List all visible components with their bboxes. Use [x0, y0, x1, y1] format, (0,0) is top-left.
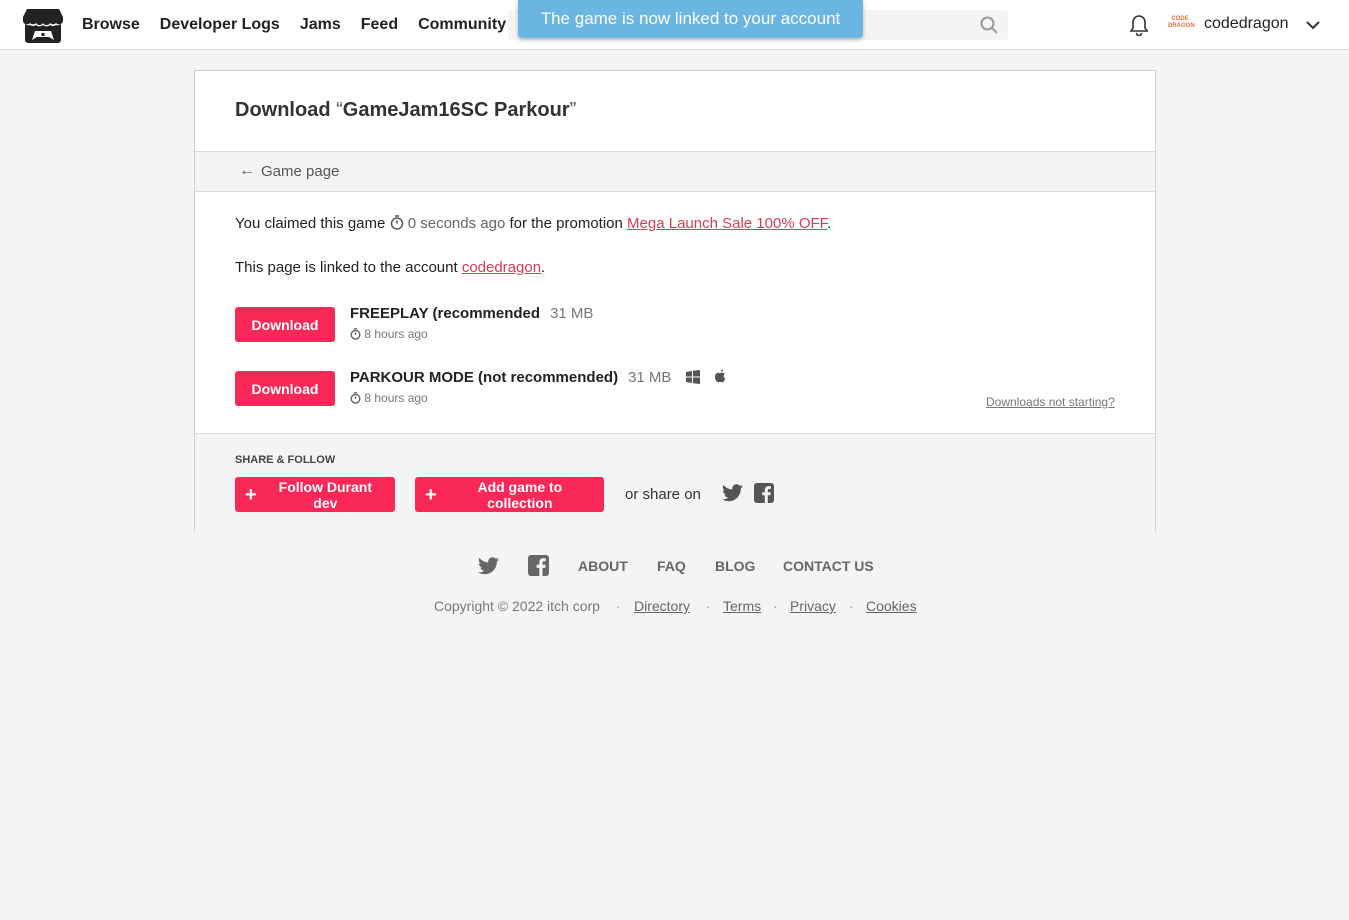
separator: ·: [706, 598, 711, 614]
username[interactable]: codedragon: [1204, 15, 1289, 33]
nav-jams[interactable]: Jams: [300, 16, 341, 34]
promotion-link[interactable]: Mega Launch Sale 100% OFF: [627, 215, 827, 232]
page-title: Download “GameJam16SC Parkour”: [235, 99, 577, 121]
download-card: Download “GameJam16SC Parkour” ← Game pa…: [194, 70, 1156, 532]
share-on-label: or share on: [625, 486, 701, 503]
footer-contact-link[interactable]: CONTACT US: [783, 558, 874, 574]
itch-logo-icon[interactable]: [23, 7, 63, 44]
download-button-freeplay[interactable]: Download: [235, 307, 335, 342]
nav-developer-logs[interactable]: Developer Logs: [160, 16, 280, 34]
plus-icon: +: [425, 483, 437, 506]
game-page-bar: ← Game page: [195, 151, 1155, 192]
separator: ·: [773, 598, 778, 614]
arrow-left-icon: ←: [239, 162, 255, 179]
separator: ·: [849, 598, 854, 614]
upload-time: 8 hours ago: [350, 391, 428, 405]
search-icon[interactable]: [980, 16, 998, 34]
follow-button[interactable]: + Follow Durant dev: [235, 477, 395, 512]
claim-time: 0 seconds ago: [407, 215, 506, 232]
clock-icon: [350, 392, 361, 404]
facebook-icon[interactable]: [754, 483, 774, 503]
notification-toast: The game is now linked to your account: [518, 0, 863, 38]
clock-icon: [350, 328, 361, 340]
bell-icon[interactable]: [1129, 14, 1149, 36]
account-link[interactable]: codedragon: [462, 259, 541, 276]
share-follow-section: SHARE & FOLLOW + Follow Durant dev + Add…: [195, 433, 1155, 532]
file-size: 31 MB: [550, 305, 594, 322]
game-name: GameJam16SC Parkour: [342, 99, 570, 121]
plus-icon: +: [245, 483, 257, 506]
claim-info: You claimed this game 0 seconds ago for …: [235, 215, 832, 232]
apple-icon: [714, 369, 726, 383]
nav-browse[interactable]: Browse: [82, 16, 140, 34]
main-nav: Browse Developer Logs Jams Feed Communit…: [82, 0, 526, 50]
copyright-text: Copyright © 2022 itch corp: [434, 598, 600, 614]
linked-account-info: This page is linked to the account coded…: [235, 259, 546, 276]
clock-icon: [390, 215, 403, 230]
file-size: 31 MB: [628, 369, 672, 386]
avatar[interactable]: CODE DRAGON: [1168, 14, 1195, 36]
twitter-icon[interactable]: [722, 484, 743, 502]
terms-link[interactable]: Terms: [723, 598, 761, 614]
downloads-not-starting-link[interactable]: Downloads not starting?: [986, 395, 1115, 409]
footer-faq-link[interactable]: FAQ: [657, 558, 686, 574]
privacy-link[interactable]: Privacy: [790, 598, 836, 614]
upload-name: FREEPLAY (recommended 31 MB: [350, 305, 594, 322]
windows-icon: [685, 370, 700, 384]
download-button-parkour[interactable]: Download: [235, 371, 335, 406]
upload-name: PARKOUR MODE (not recommended) 31 MB: [350, 369, 727, 386]
site-header: Browse Developer Logs Jams Feed Communit…: [0, 0, 1349, 50]
share-heading: SHARE & FOLLOW: [235, 454, 336, 466]
chevron-down-icon[interactable]: [1305, 17, 1321, 33]
footer-links: ABOUT FAQ BLOG CONTACT US: [0, 555, 1349, 579]
twitter-icon[interactable]: [478, 557, 499, 575]
game-page-link[interactable]: ← Game page: [239, 162, 339, 180]
footer-about-link[interactable]: ABOUT: [578, 558, 628, 574]
nav-feed[interactable]: Feed: [361, 16, 398, 34]
nav-community[interactable]: Community: [418, 16, 506, 34]
directory-link[interactable]: Directory: [634, 598, 690, 614]
footer-blog-link[interactable]: BLOG: [715, 558, 755, 574]
add-to-collection-button[interactable]: + Add game to collection: [415, 477, 604, 512]
separator: ·: [616, 598, 621, 614]
cookies-link[interactable]: Cookies: [866, 598, 917, 614]
upload-time: 8 hours ago: [350, 327, 428, 341]
facebook-icon[interactable]: [528, 555, 549, 576]
